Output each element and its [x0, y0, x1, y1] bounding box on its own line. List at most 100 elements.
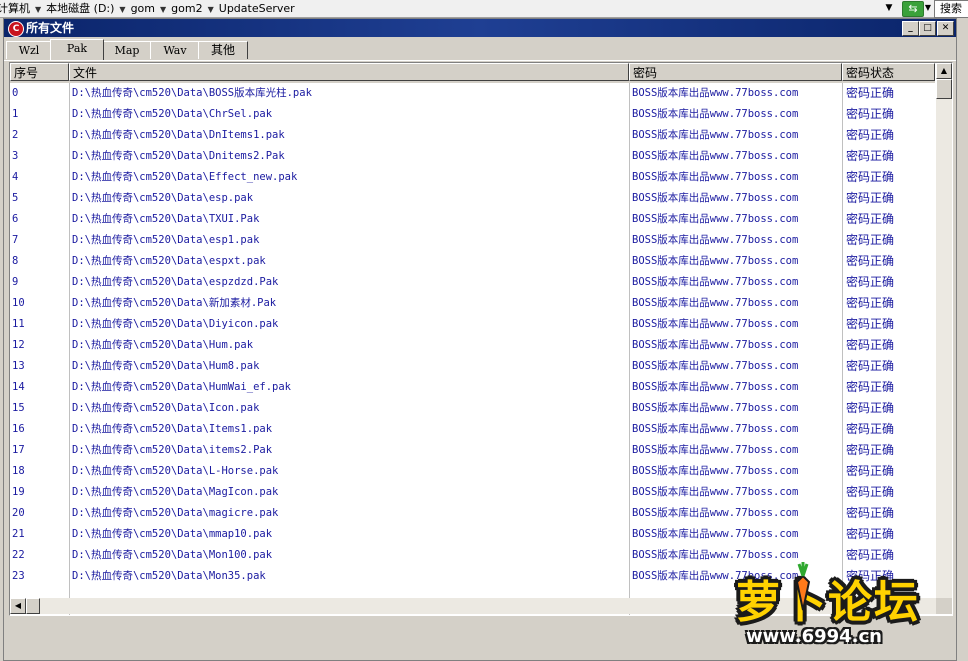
tab-pak[interactable]: Pak — [50, 39, 104, 60]
window-title: 所有文件 — [26, 21, 75, 35]
table-row[interactable]: 21 D:\热血传奇\cm520\Data\mmap10.pak BOSS版本库出品… — [10, 524, 935, 545]
chevron-down-icon[interactable]: ▼ — [32, 2, 44, 17]
cell-status: 密码正确 — [846, 149, 895, 163]
watermark-logo-text: 萝卜论坛 — [736, 577, 920, 628]
cell-status: 密码正确 — [846, 191, 895, 205]
cell-no: 15 — [12, 402, 25, 414]
table-row[interactable]: 10 D:\热血传奇\cm520\Data\新加素材.Pak BOSS版本库出品ww… — [10, 293, 935, 314]
title-bar: C 所有文件 _ □ ✕ — [4, 19, 956, 37]
table-row[interactable]: 18 D:\热血传奇\cm520\Data\L-Horse.pak BOSS版本库出… — [10, 461, 935, 482]
cell-file: D:\热血传奇\cm520\Data\mmap10.pak — [72, 528, 273, 540]
vertical-scrollbar[interactable]: ▲ — [936, 63, 952, 598]
cell-password: BOSS版本库出品www.77boss.com — [632, 486, 799, 498]
search-input[interactable]: 搜索 — [934, 0, 968, 18]
chevron-down-icon[interactable]: ▼ — [116, 2, 128, 17]
table-row[interactable]: 16 D:\热血传奇\cm520\Data\Items1.pak BOSS版本库出品… — [10, 419, 935, 440]
cell-password: BOSS版本库出品www.77boss.com — [632, 297, 799, 309]
chevron-down-icon[interactable]: ▼ — [157, 2, 169, 17]
refresh-icon[interactable]: ⇆ — [902, 1, 924, 17]
cell-no: 7 — [12, 234, 19, 246]
maximize-icon[interactable]: □ — [919, 21, 936, 36]
cell-file: D:\热血传奇\cm520\Data\Items1.pak — [72, 423, 273, 435]
scroll-thumb[interactable] — [936, 79, 952, 99]
column-header-password[interactable]: 密码 — [629, 63, 842, 81]
cell-no: 0 — [12, 87, 19, 99]
cell-no: 3 — [12, 150, 19, 162]
cell-no: 8 — [12, 255, 19, 267]
cell-status: 密码正确 — [846, 485, 895, 499]
cell-password: BOSS版本库出品www.77boss.com — [632, 276, 799, 288]
cell-status: 密码正确 — [846, 401, 895, 415]
table-row[interactable]: 12 D:\热血传奇\cm520\Data\Hum.pak BOSS版本库出品www… — [10, 335, 935, 356]
breadcrumb-item[interactable]: 计算机 — [0, 1, 32, 16]
column-header-status[interactable]: 密码状态 — [842, 63, 935, 81]
tab-strip: Wzl Pak Map Wav 其他 — [4, 39, 956, 61]
address-dropdown-icon[interactable]: ▼ — [882, 1, 896, 15]
chevron-down-icon[interactable]: ▼ — [924, 1, 932, 15]
minimize-icon[interactable]: _ — [902, 21, 919, 36]
breadcrumb-item[interactable]: UpdateServer — [217, 1, 297, 16]
cell-password: BOSS版本库出品www.77boss.com — [632, 129, 799, 141]
breadcrumb-item[interactable]: 本地磁盘 (D:) — [44, 1, 116, 16]
table-row[interactable]: 6 D:\热血传奇\cm520\Data\TXUI.Pak BOSS版本库出品www… — [10, 209, 935, 230]
cell-password: BOSS版本库出品www.77boss.com — [632, 255, 799, 267]
cell-file: D:\热血传奇\cm520\Data\Effect_new.pak — [72, 171, 298, 183]
app-logo-icon[interactable]: C — [8, 21, 24, 37]
cell-no: 20 — [12, 507, 25, 519]
table-row[interactable]: 9 D:\热血传奇\cm520\Data\espzdzd.Pak BOSS版本库出品… — [10, 272, 935, 293]
cell-file: D:\热血传奇\cm520\Data\新加素材.Pak — [72, 297, 277, 309]
table-row[interactable]: 15 D:\热血传奇\cm520\Data\Icon.pak BOSS版本库出品ww… — [10, 398, 935, 419]
column-header-no[interactable]: 序号 — [10, 63, 69, 81]
cell-file: D:\热血传奇\cm520\Data\magicre.pak — [72, 507, 279, 519]
cell-no: 12 — [12, 339, 25, 351]
cell-file: D:\热血传奇\cm520\Data\L-Horse.pak — [72, 465, 279, 477]
table-row[interactable]: 8 D:\热血传奇\cm520\Data\espxt.pak BOSS版本库出品ww… — [10, 251, 935, 272]
cell-password: BOSS版本库出品www.77boss.com — [632, 150, 799, 162]
close-icon[interactable]: ✕ — [937, 21, 954, 36]
table-row[interactable]: 3 D:\热血传奇\cm520\Data\Dnitems2.Pak BOSS版本库出… — [10, 146, 935, 167]
cell-no: 1 — [12, 108, 19, 120]
cell-file: D:\热血传奇\cm520\Data\MagIcon.pak — [72, 486, 279, 498]
cell-no: 23 — [12, 570, 25, 582]
scroll-left-icon[interactable]: ◀ — [10, 598, 26, 614]
watermark-url: www.6994.cn — [746, 626, 882, 647]
table-row[interactable]: 14 D:\热血传奇\cm520\Data\HumWai_ef.pak BOSS版本… — [10, 377, 935, 398]
table-row[interactable]: 0 D:\热血传奇\cm520\Data\BOSS版本库光柱.pak BOSS版本库… — [10, 83, 935, 104]
table-row[interactable]: 17 D:\热血传奇\cm520\Data\items2.Pak BOSS版本库出品… — [10, 440, 935, 461]
cell-no: 6 — [12, 213, 19, 225]
cell-status: 密码正确 — [846, 86, 895, 100]
cell-status: 密码正确 — [846, 107, 895, 121]
cell-no: 22 — [12, 549, 25, 561]
tab-map[interactable]: Map — [102, 41, 152, 59]
cell-password: BOSS版本库出品www.77boss.com — [632, 234, 799, 246]
table-row[interactable]: 19 D:\热血传奇\cm520\Data\MagIcon.pak BOSS版本库出… — [10, 482, 935, 503]
table-row[interactable]: 7 D:\热血传奇\cm520\Data\esp1.pak BOSS版本库出品www… — [10, 230, 935, 251]
tab-other[interactable]: 其他 — [198, 41, 248, 59]
table-row[interactable]: 4 D:\热血传奇\cm520\Data\Effect_new.pak BOSS版本… — [10, 167, 935, 188]
table-row[interactable]: 2 D:\热血传奇\cm520\Data\DnItems1.pak BOSS版本库出… — [10, 125, 935, 146]
cell-status: 密码正确 — [846, 506, 895, 520]
cell-status: 密码正确 — [846, 212, 895, 226]
scroll-thumb[interactable] — [26, 598, 40, 614]
cell-password: BOSS版本库出品www.77boss.com — [632, 87, 799, 99]
cell-status: 密码正确 — [846, 128, 895, 142]
tab-wav[interactable]: Wav — [150, 41, 200, 59]
table-row[interactable]: 11 D:\热血传奇\cm520\Data\Diyicon.pak BOSS版本库出… — [10, 314, 935, 335]
search-placeholder: 搜索 — [940, 2, 962, 15]
breadcrumb: 计算机 ▼ 本地磁盘 (D:) ▼ gom ▼ gom2 ▼ UpdateServer — [0, 1, 297, 16]
breadcrumb-item[interactable]: gom2 — [169, 1, 204, 16]
cell-status: 密码正确 — [846, 527, 895, 541]
cell-password: BOSS版本库出品www.77boss.com — [632, 402, 799, 414]
column-header-file[interactable]: 文件 — [69, 63, 629, 81]
breadcrumb-item[interactable]: gom — [129, 1, 157, 16]
scroll-up-icon[interactable]: ▲ — [936, 63, 952, 79]
table-row[interactable]: 5 D:\热血传奇\cm520\Data\esp.pak BOSS版本库出品www.… — [10, 188, 935, 209]
chevron-down-icon[interactable]: ▼ — [205, 2, 217, 17]
tab-wzl[interactable]: Wzl — [6, 41, 52, 59]
table-row[interactable]: 1 D:\热血传奇\cm520\Data\ChrSel.pak BOSS版本库出品w… — [10, 104, 935, 125]
table-row[interactable]: 13 D:\热血传奇\cm520\Data\Hum8.pak BOSS版本库出品ww… — [10, 356, 935, 377]
table-row[interactable]: 20 D:\热血传奇\cm520\Data\magicre.pak BOSS版本库出… — [10, 503, 935, 524]
cell-password: BOSS版本库出品www.77boss.com — [632, 171, 799, 183]
cell-status: 密码正确 — [846, 317, 895, 331]
file-list[interactable]: 序号 文件 密码 密码状态 0 D:\热血传奇\cm520\Data\BOSS版本… — [9, 62, 953, 616]
